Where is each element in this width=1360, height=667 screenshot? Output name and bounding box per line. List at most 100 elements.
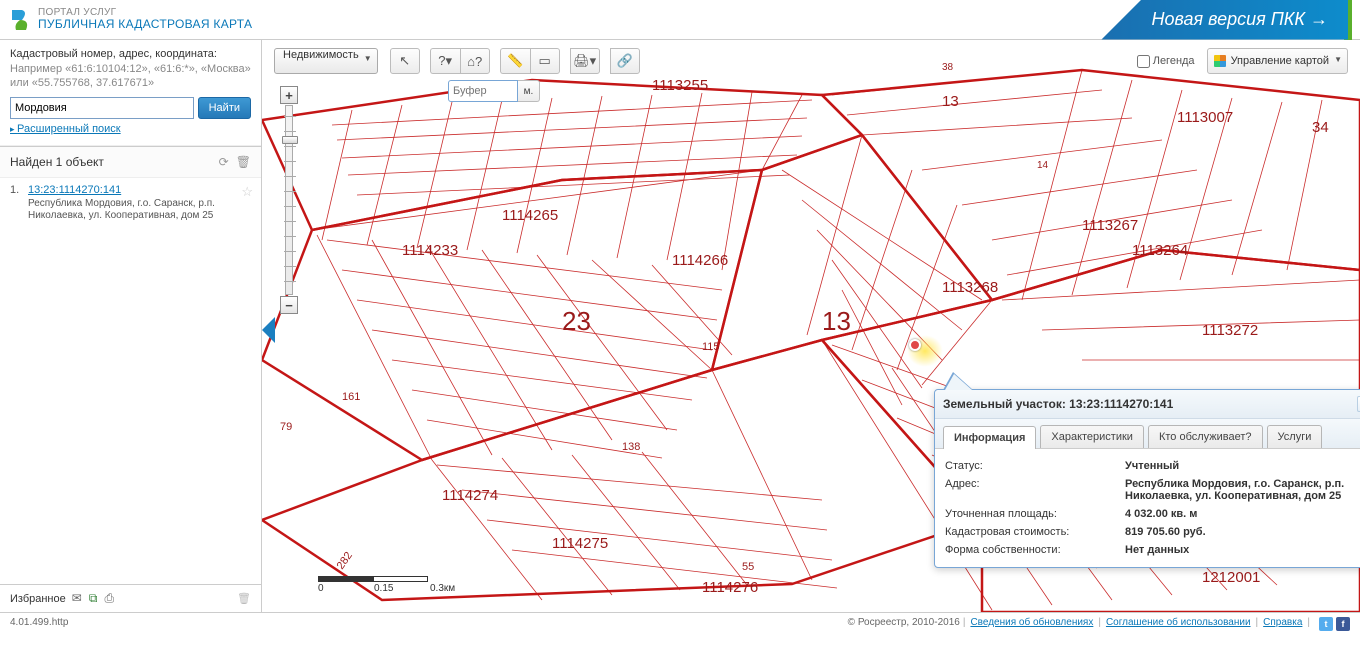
info-value: Нет данных xyxy=(1125,544,1360,556)
version-label: 4.01.499.http xyxy=(10,617,848,631)
print-btn[interactable]: 🖨▾ xyxy=(570,48,600,74)
favorite-star-icon[interactable]: ☆ xyxy=(241,184,253,200)
search-hint: Например «61:6:10104:12», «61:6:*», «Мос… xyxy=(10,62,251,91)
copyright: © Росреестр, 2010-2016 xyxy=(848,617,960,631)
scale-0: 0 xyxy=(318,583,374,594)
search-button[interactable]: Найти xyxy=(198,97,251,119)
cad-label: 1114233 xyxy=(402,242,458,259)
cad-label: 1114276 xyxy=(702,579,758,596)
mail-icon[interactable]: ✉ xyxy=(72,591,82,605)
building-info-btn[interactable]: ⌂? xyxy=(460,48,490,74)
buffer-input-group: м. xyxy=(448,80,540,102)
export-excel-icon[interactable]: ⧉ xyxy=(89,591,98,605)
tab-info[interactable]: Информация xyxy=(943,426,1036,449)
print-icon[interactable]: ⎙ xyxy=(105,591,115,605)
parcel-popup: Земельный участок: 13:23:1114270:141 ✕ И… xyxy=(934,389,1360,568)
twitter-icon[interactable]: t xyxy=(1319,617,1333,631)
selected-parcel-marker[interactable] xyxy=(909,339,921,351)
app-header: ПОРТАЛ УСЛУГ ПУБЛИЧНАЯ КАДАСТРОВАЯ КАРТА… xyxy=(0,0,1360,40)
buffer-unit-btn[interactable]: м. xyxy=(518,80,540,102)
cad-label: 38 xyxy=(942,62,954,73)
scale-2: 0.3км xyxy=(430,583,486,594)
cad-label: 1113272 xyxy=(1202,322,1258,339)
cad-label: 1114265 xyxy=(502,207,558,224)
measure-line-btn[interactable]: 📏 xyxy=(500,48,530,74)
cad-label: 34 xyxy=(1312,119,1329,136)
layer-select[interactable]: Недвижимость xyxy=(274,48,378,74)
layers-icon xyxy=(1214,55,1226,67)
cad-label: 1114266 xyxy=(672,252,728,269)
tab-characteristics[interactable]: Характеристики xyxy=(1040,425,1144,448)
scale-1: 0.15 xyxy=(374,583,430,594)
map-area[interactable]: Недвижимость ↖ ?▾ ⌂? 📏 ▭ 🖨▾ 🔗 Легенда xyxy=(262,40,1360,612)
search-panel: Кадастровый номер, адрес, координата: На… xyxy=(0,40,261,146)
cad-label: 14 xyxy=(1037,160,1049,171)
zoom-control: + − xyxy=(280,86,298,314)
measure-area-btn[interactable]: ▭ xyxy=(530,48,560,74)
info-value: Учтенный xyxy=(1125,460,1360,472)
link-btn[interactable]: 🔗 xyxy=(610,48,640,74)
cad-label: 1113255 xyxy=(652,77,708,94)
popup-arrow xyxy=(943,372,973,390)
pointer-tool-btn[interactable]: ↖ xyxy=(390,48,420,74)
cad-label: 79 xyxy=(280,421,292,433)
info-row: Форма собственности: Нет данных xyxy=(945,541,1360,559)
identify-btn[interactable]: ?▾ xyxy=(430,48,460,74)
result-number: 1. xyxy=(10,184,19,196)
results-count: Найден 1 объект xyxy=(10,155,215,169)
legend-toggle[interactable]: Легенда xyxy=(1137,55,1195,68)
clear-favorites-icon[interactable]: 🗑 xyxy=(237,592,251,605)
result-link[interactable]: 13:23:1114270:141 xyxy=(28,184,121,196)
footer: 4.01.499.http © Росреестр, 2010-2016 | С… xyxy=(0,612,1360,635)
search-label: Кадастровый номер, адрес, координата: xyxy=(10,48,251,60)
cad-label: 13 xyxy=(822,306,851,336)
info-row: Уточненная площадь: 4 032.00 кв. м xyxy=(945,505,1360,523)
cad-label: 13 xyxy=(942,93,959,110)
cad-label: 282 xyxy=(335,550,355,572)
favorites-panel: Избранное ✉ ⧉ ⎙ 🗑 xyxy=(0,584,261,612)
info-row: Статус: Учтенный xyxy=(945,457,1360,475)
tab-service[interactable]: Кто обслуживает? xyxy=(1148,425,1263,448)
new-version-link[interactable]: Новая версия ПКК → xyxy=(1101,0,1348,40)
cad-label: 1212001 xyxy=(1202,569,1260,586)
map-management-select[interactable]: Управление картой xyxy=(1207,48,1348,74)
refresh-icon[interactable]: ⟳ xyxy=(219,155,229,169)
legend-checkbox[interactable] xyxy=(1137,55,1150,68)
advanced-search-link[interactable]: Расширенный поиск xyxy=(10,123,121,135)
scale-bar: 0 0.15 0.3км xyxy=(318,576,486,594)
popup-title: Земельный участок: 13:23:1114270:141 xyxy=(943,397,1173,411)
sidebar-toggle[interactable] xyxy=(262,317,275,343)
agreement-link[interactable]: Соглашение об использовании xyxy=(1106,617,1251,631)
cad-label: 1113007 xyxy=(1177,109,1233,126)
buffer-input[interactable] xyxy=(448,80,518,102)
zoom-in-btn[interactable]: + xyxy=(280,86,298,104)
sidebar: Кадастровый номер, адрес, координата: На… xyxy=(0,40,262,612)
legend-label: Легенда xyxy=(1153,55,1195,67)
result-item[interactable]: 1. 13:23:1114270:141 ☆ Республика Мордов… xyxy=(0,178,261,229)
info-value: 819 705.60 руб. xyxy=(1125,526,1360,538)
search-input[interactable] xyxy=(10,97,194,119)
info-label: Форма собственности: xyxy=(945,544,1125,556)
facebook-icon[interactable]: f xyxy=(1336,617,1350,631)
results-header: Найден 1 объект ⟳ 🗑 xyxy=(0,146,261,178)
info-row: Адрес: Республика Мордовия, г.о. Саранск… xyxy=(945,475,1360,505)
info-label: Кадастровая стоимость: xyxy=(945,526,1125,538)
tab-svcs[interactable]: Услуги xyxy=(1267,425,1323,448)
popup-tabs: Информация Характеристики Кто обслуживае… xyxy=(935,419,1360,449)
app-title[interactable]: ПУБЛИЧНАЯ КАДАСТРОВАЯ КАРТА xyxy=(38,18,252,31)
info-row: Кадастровая стоимость: 819 705.60 руб. xyxy=(945,523,1360,541)
cad-label: 1113264 xyxy=(1132,242,1188,259)
trash-icon[interactable]: 🗑 xyxy=(236,155,251,169)
zoom-slider[interactable] xyxy=(285,105,293,295)
cad-label: 1113268 xyxy=(942,279,998,296)
cad-label: 1114274 xyxy=(442,487,498,504)
cad-label: 1113267 xyxy=(1082,217,1138,234)
cad-label: 115 xyxy=(702,341,720,353)
zoom-out-btn[interactable]: − xyxy=(280,296,298,314)
help-link[interactable]: Справка xyxy=(1263,617,1302,631)
cad-label: 161 xyxy=(342,391,360,403)
cad-label: 1114275 xyxy=(552,535,608,552)
cad-label: 55 xyxy=(742,561,754,573)
zoom-handle[interactable] xyxy=(282,136,298,144)
updates-link[interactable]: Сведения об обновлениях xyxy=(970,617,1093,631)
